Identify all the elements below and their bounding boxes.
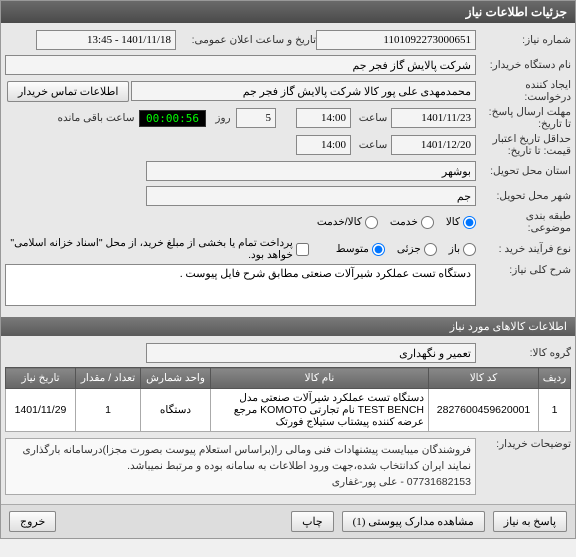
cell-code: 2827600459620001 (429, 389, 539, 432)
city-field[interactable] (146, 186, 476, 206)
contact-buyer-button[interactable]: اطلاعات تماس خریدار (7, 81, 129, 102)
countdown-timer: 00:00:56 (139, 110, 206, 127)
items-table: ردیف کد کالا نام کالا واحد شمارش تعداد /… (5, 367, 571, 432)
cat-mixed-radio[interactable]: کالا/خدمت (317, 216, 378, 229)
panel-title: جزئیات اطلاعات نیاز (1, 1, 575, 23)
deadline-label: مهلت ارسال پاسخ: تا تاریخ: (476, 106, 571, 130)
province-field[interactable] (146, 161, 476, 181)
cell-idx: 1 (539, 389, 571, 432)
proc-limited-radio[interactable]: متوسط (336, 243, 385, 256)
desc-textarea[interactable] (5, 264, 476, 306)
table-row[interactable]: 1 2827600459620001 دستگاه تست عملکرد شیر… (6, 389, 571, 432)
form-area: شماره نیاز: تاریخ و ساعت اعلان عمومی: نا… (1, 23, 575, 315)
time-label-1: ساعت (351, 112, 391, 124)
province-label: استان محل تحویل: (476, 165, 571, 177)
group-field[interactable] (146, 343, 476, 363)
process-label: نوع فرآیند خرید : (476, 243, 571, 255)
group-label: گروه کالا: (476, 347, 571, 359)
requester-label: ایجاد کننده درخواست: (476, 79, 571, 103)
buyer-org-label: نام دستگاه خریدار: (476, 59, 571, 71)
day-label: روز (206, 112, 236, 124)
items-area: گروه کالا: ردیف کد کالا نام کالا واحد شم… (1, 336, 575, 504)
deadline-date-field[interactable] (391, 108, 476, 128)
requester-field[interactable] (131, 81, 476, 101)
cat-service-radio[interactable]: خدمت (390, 216, 434, 229)
cell-unit: دستگاه (141, 389, 211, 432)
validity-date-field[interactable] (391, 135, 476, 155)
th-idx: ردیف (539, 368, 571, 389)
validity-time-field[interactable] (296, 135, 351, 155)
th-name: نام کالا (211, 368, 429, 389)
th-date: تاریخ نیاز (6, 368, 76, 389)
validity-label: حداقل تاریخ اعتبار قیمت: تا تاریخ: (476, 133, 571, 157)
announce-field[interactable] (36, 30, 176, 50)
category-label: طبقه بندی موضوعی: (476, 210, 571, 234)
need-no-label: شماره نیاز: (476, 34, 571, 46)
print-button[interactable]: چاپ (291, 511, 334, 532)
announce-label: تاریخ و ساعت اعلان عمومی: (176, 34, 316, 46)
seller-note-label: توضیحات خریدار: (476, 438, 571, 450)
items-section-header: اطلاعات کالاهای مورد نیاز (1, 317, 575, 336)
details-panel: جزئیات اطلاعات نیاز شماره نیاز: تاریخ و … (0, 0, 576, 539)
payment-checkbox[interactable]: پرداخت تمام یا بخشی از مبلغ خرید، از محل… (5, 237, 309, 261)
cell-name: دستگاه تست عملکرد شیرآلات صنعتی مدل TEST… (211, 389, 429, 432)
table-header-row: ردیف کد کالا نام کالا واحد شمارش تعداد /… (6, 368, 571, 389)
seller-note-box: فروشندگان میبایست پیشنهادات فنی ومالی را… (5, 438, 476, 495)
need-no-field[interactable] (316, 30, 476, 50)
proc-partial-radio[interactable]: جزئی (397, 243, 437, 256)
footer-buttons: پاسخ به نیاز مشاهده مدارک پیوستی (1) چاپ… (1, 504, 575, 538)
th-unit: واحد شمارش (141, 368, 211, 389)
process-radio-group: باز جزئی متوسط پرداخت تمام یا بخشی از مب… (5, 237, 476, 261)
attachments-button[interactable]: مشاهده مدارک پیوستی (1) (342, 511, 485, 532)
desc-label: شرح کلی نیاز: (476, 264, 571, 276)
proc-open-radio[interactable]: باز (449, 243, 476, 256)
close-button[interactable]: خروج (9, 511, 56, 532)
cat-goods-radio[interactable]: کالا (446, 216, 476, 229)
th-qty: تعداد / مقدار (76, 368, 141, 389)
reply-button[interactable]: پاسخ به نیاز (493, 511, 567, 532)
category-radio-group: کالا خدمت کالا/خدمت (317, 216, 476, 229)
time-label-2: ساعت (351, 139, 391, 151)
cell-qty: 1 (76, 389, 141, 432)
deadline-time-field[interactable] (296, 108, 351, 128)
buyer-org-field[interactable] (5, 55, 476, 75)
remain-label: ساعت باقی مانده (49, 112, 139, 124)
th-code: کد کالا (429, 368, 539, 389)
days-field[interactable] (236, 108, 276, 128)
city-label: شهر محل تحویل: (476, 190, 571, 202)
cell-date: 1401/11/29 (6, 389, 76, 432)
